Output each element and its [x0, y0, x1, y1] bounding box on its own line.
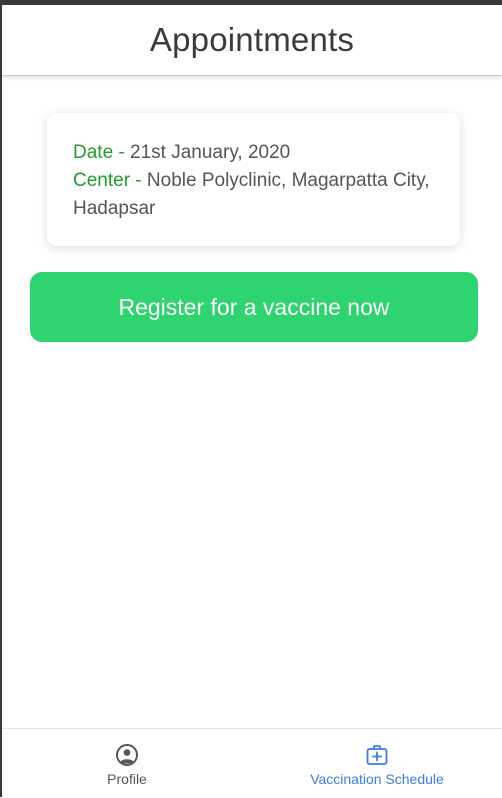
register-vaccine-button[interactable]: Register for a vaccine now: [30, 272, 478, 342]
center-separator: -: [130, 170, 147, 191]
profile-icon: [116, 744, 138, 766]
bottom-navigation: Profile Vaccination Schedule: [2, 728, 502, 798]
tab-profile-label: Profile: [107, 771, 147, 787]
app-header: Appointments: [2, 5, 502, 76]
date-label: Date: [73, 142, 114, 163]
appointment-card: Date - 21st January, 2020 Center - Noble…: [47, 113, 460, 246]
medical-kit-icon: [366, 745, 388, 765]
page-title: Appointments: [149, 21, 355, 58]
window-left-border: [0, 0, 2, 797]
tab-vaccination-schedule-label: Vaccination Schedule: [310, 771, 444, 787]
appointment-date-row: Date - 21st January, 2020: [73, 139, 434, 167]
appointment-center-row: Center - Noble Polyclinic, Magarpatta Ci…: [73, 167, 434, 223]
tab-vaccination-schedule[interactable]: Vaccination Schedule: [252, 729, 502, 798]
tab-profile[interactable]: Profile: [2, 729, 252, 798]
date-separator: -: [113, 142, 131, 163]
center-label: Center: [73, 170, 131, 191]
date-value: 21st January, 2020: [130, 142, 291, 163]
